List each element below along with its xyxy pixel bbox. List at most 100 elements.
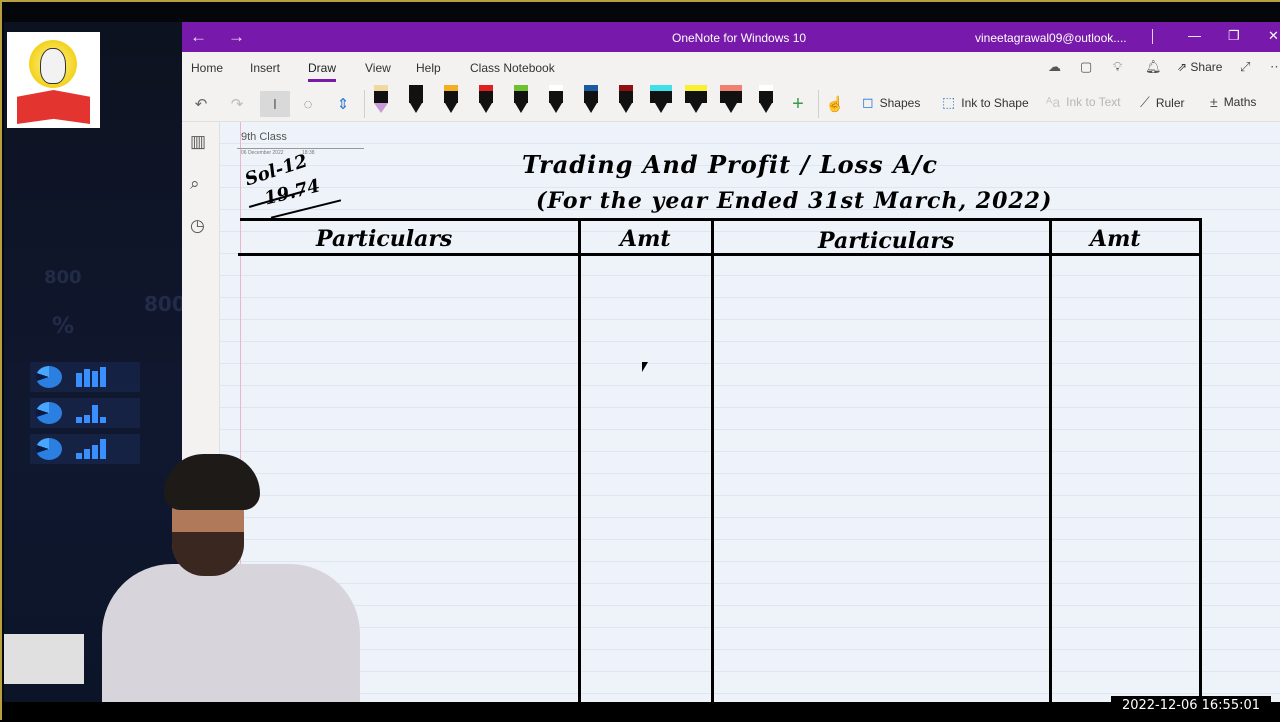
red-pen-icon[interactable] bbox=[479, 85, 493, 115]
ink-heading-line2: (For the year Ended 31st March, 2022) bbox=[536, 188, 1053, 214]
presenter-webcam bbox=[102, 454, 362, 702]
presenter-shirt bbox=[102, 564, 360, 702]
recent-pages-clock-icon[interactable]: ◷ bbox=[190, 216, 205, 236]
notifications-bell-icon[interactable]: 🔔︎ bbox=[1145, 59, 1162, 75]
fullscreen-icon[interactable]: ⤢ bbox=[1240, 59, 1250, 75]
title-bar: ← → OneNote for Windows 10 vineetagrawal… bbox=[182, 22, 1280, 52]
share-icon: ⇗ bbox=[1177, 60, 1191, 74]
add-pen-icon[interactable]: + bbox=[788, 91, 808, 117]
bar-chart-icon bbox=[76, 367, 106, 387]
title-separator bbox=[1152, 29, 1153, 44]
bottom-letterbox bbox=[2, 702, 1280, 722]
redo-icon[interactable]: ↷ bbox=[226, 91, 248, 117]
bar-chart-icon bbox=[76, 403, 106, 423]
back-arrow-icon[interactable]: ← bbox=[190, 27, 207, 47]
add-space-icon[interactable]: ⇕ bbox=[332, 91, 354, 117]
tab-view[interactable]: View bbox=[365, 61, 391, 75]
background-decor: % bbox=[52, 314, 75, 339]
ruler-label: Ruler bbox=[1155, 95, 1185, 110]
ribbon: Home Insert Draw View Help Class Noteboo… bbox=[182, 52, 1280, 122]
maths-icon: ± bbox=[1210, 94, 1218, 110]
video-frame: 800 800 % ← → OneNote for Windows 10 vin… bbox=[0, 0, 1280, 722]
ledger-header-rule bbox=[238, 253, 1202, 256]
logo-figure bbox=[40, 48, 66, 84]
ink-heading-line1: Trading And Profit / Loss A/c bbox=[522, 150, 938, 179]
maths-button[interactable]: ± Maths bbox=[1210, 94, 1256, 110]
share-label: Share bbox=[1190, 60, 1223, 74]
yellow-highlighter-icon[interactable] bbox=[685, 85, 707, 115]
yellow-pen-icon[interactable] bbox=[444, 85, 458, 115]
ledger-column-divider bbox=[578, 220, 581, 702]
background-decor: 800 bbox=[44, 267, 82, 288]
ink-to-shape-button[interactable]: ⬚ Ink to Shape bbox=[942, 94, 1029, 111]
ink-to-text-icon: ᴬa bbox=[1046, 94, 1061, 110]
tab-help[interactable]: Help bbox=[416, 61, 441, 75]
ribbon-divider bbox=[818, 90, 819, 118]
minimize-icon[interactable]: — bbox=[1188, 28, 1201, 43]
search-icon[interactable]: ⌕ bbox=[190, 174, 200, 194]
black-pen-icon[interactable] bbox=[409, 85, 423, 115]
decor-chart-row bbox=[30, 398, 140, 428]
restore-icon[interactable]: ❐ bbox=[1228, 28, 1240, 44]
more-options-icon[interactable]: ⋯ bbox=[1270, 59, 1280, 75]
shapes-button[interactable]: ◻ Shapes bbox=[862, 94, 920, 111]
mouse-pointer-icon bbox=[642, 362, 648, 372]
lasso-select-icon[interactable]: ◌ bbox=[296, 91, 320, 117]
page-title[interactable]: 9th Class bbox=[241, 131, 287, 143]
pie-chart-icon bbox=[36, 402, 62, 424]
ink-to-shape-label: Ink to Shape bbox=[961, 95, 1029, 110]
background-decor: 800 bbox=[144, 292, 186, 316]
decor-chart-row bbox=[30, 362, 140, 392]
green-pen-icon[interactable] bbox=[514, 85, 528, 115]
page-canvas[interactable]: 9th Class 06 December 2022 18:38 Sol-12 … bbox=[220, 122, 1280, 702]
cyan-highlighter-icon[interactable] bbox=[650, 85, 672, 115]
shapes-icon: ◻ bbox=[862, 94, 874, 110]
blue-pen-icon[interactable] bbox=[584, 85, 598, 115]
app-title: OneNote for Windows 10 bbox=[672, 31, 807, 45]
share-button[interactable]: ⇗ Share bbox=[1177, 60, 1222, 74]
tab-home[interactable]: Home bbox=[191, 61, 223, 75]
logo-book-icon bbox=[17, 90, 90, 124]
lasso-select-text-icon[interactable]: I bbox=[260, 91, 290, 117]
eraser-icon[interactable] bbox=[374, 85, 388, 115]
notebooks-icon[interactable]: ▥ bbox=[190, 132, 206, 152]
shapes-label: Shapes bbox=[879, 95, 921, 110]
ink-col-particulars-right: Particulars bbox=[818, 228, 955, 254]
sync-status-icon[interactable]: ☁ bbox=[1048, 59, 1061, 75]
ledger-top-rule bbox=[240, 218, 1202, 221]
tab-insert[interactable]: Insert bbox=[250, 61, 280, 75]
pie-chart-icon bbox=[36, 366, 62, 388]
close-icon[interactable]: ✕ bbox=[1268, 28, 1279, 44]
ledger-column-divider bbox=[1049, 220, 1052, 702]
account-name[interactable]: vineetagrawal09@outlook.... bbox=[975, 31, 1127, 45]
ledger-column-divider bbox=[711, 220, 714, 702]
ink-col-particulars-left: Particulars bbox=[316, 226, 453, 252]
recording-timestamp: 2022-12-06 16:55:01 bbox=[1111, 696, 1271, 716]
ruler-button[interactable]: ⟋ Ruler bbox=[1140, 94, 1185, 111]
page-date: 06 December 2022 bbox=[241, 150, 284, 156]
undo-icon[interactable]: ↶ bbox=[190, 91, 212, 117]
forward-arrow-icon[interactable]: → bbox=[228, 27, 245, 47]
maths-label: Maths bbox=[1223, 95, 1257, 109]
ruler-icon: ⟋ bbox=[1140, 94, 1150, 110]
pie-chart-icon bbox=[36, 438, 62, 460]
ink-col-amt-left: Amt bbox=[620, 226, 671, 252]
channel-logo bbox=[7, 32, 100, 128]
black-pencil-icon[interactable] bbox=[549, 85, 563, 115]
ink-to-text-button[interactable]: ᴬa Ink to Text bbox=[1046, 94, 1121, 110]
lightbulb-icon[interactable]: 💡︎ bbox=[1113, 59, 1122, 75]
page-title-underline bbox=[237, 148, 364, 149]
touch-drawing-icon[interactable]: ☝ bbox=[824, 91, 846, 117]
desk-papers bbox=[4, 634, 84, 684]
darkred-pen-icon[interactable] bbox=[619, 85, 633, 115]
ink-col-amt-right: Amt bbox=[1090, 226, 1141, 252]
salmon-highlighter-icon[interactable] bbox=[720, 85, 742, 115]
presenter-hair bbox=[164, 454, 260, 510]
ribbon-divider bbox=[364, 90, 365, 118]
ink-to-text-label: Ink to Text bbox=[1066, 95, 1121, 109]
black-pen-2-icon[interactable] bbox=[759, 85, 773, 115]
ink-to-shape-icon: ⬚ bbox=[942, 94, 956, 110]
tab-draw[interactable]: Draw bbox=[308, 61, 337, 82]
tab-class-notebook[interactable]: Class Notebook bbox=[470, 61, 555, 75]
sticky-notes-icon[interactable]: ▢ bbox=[1080, 59, 1092, 75]
